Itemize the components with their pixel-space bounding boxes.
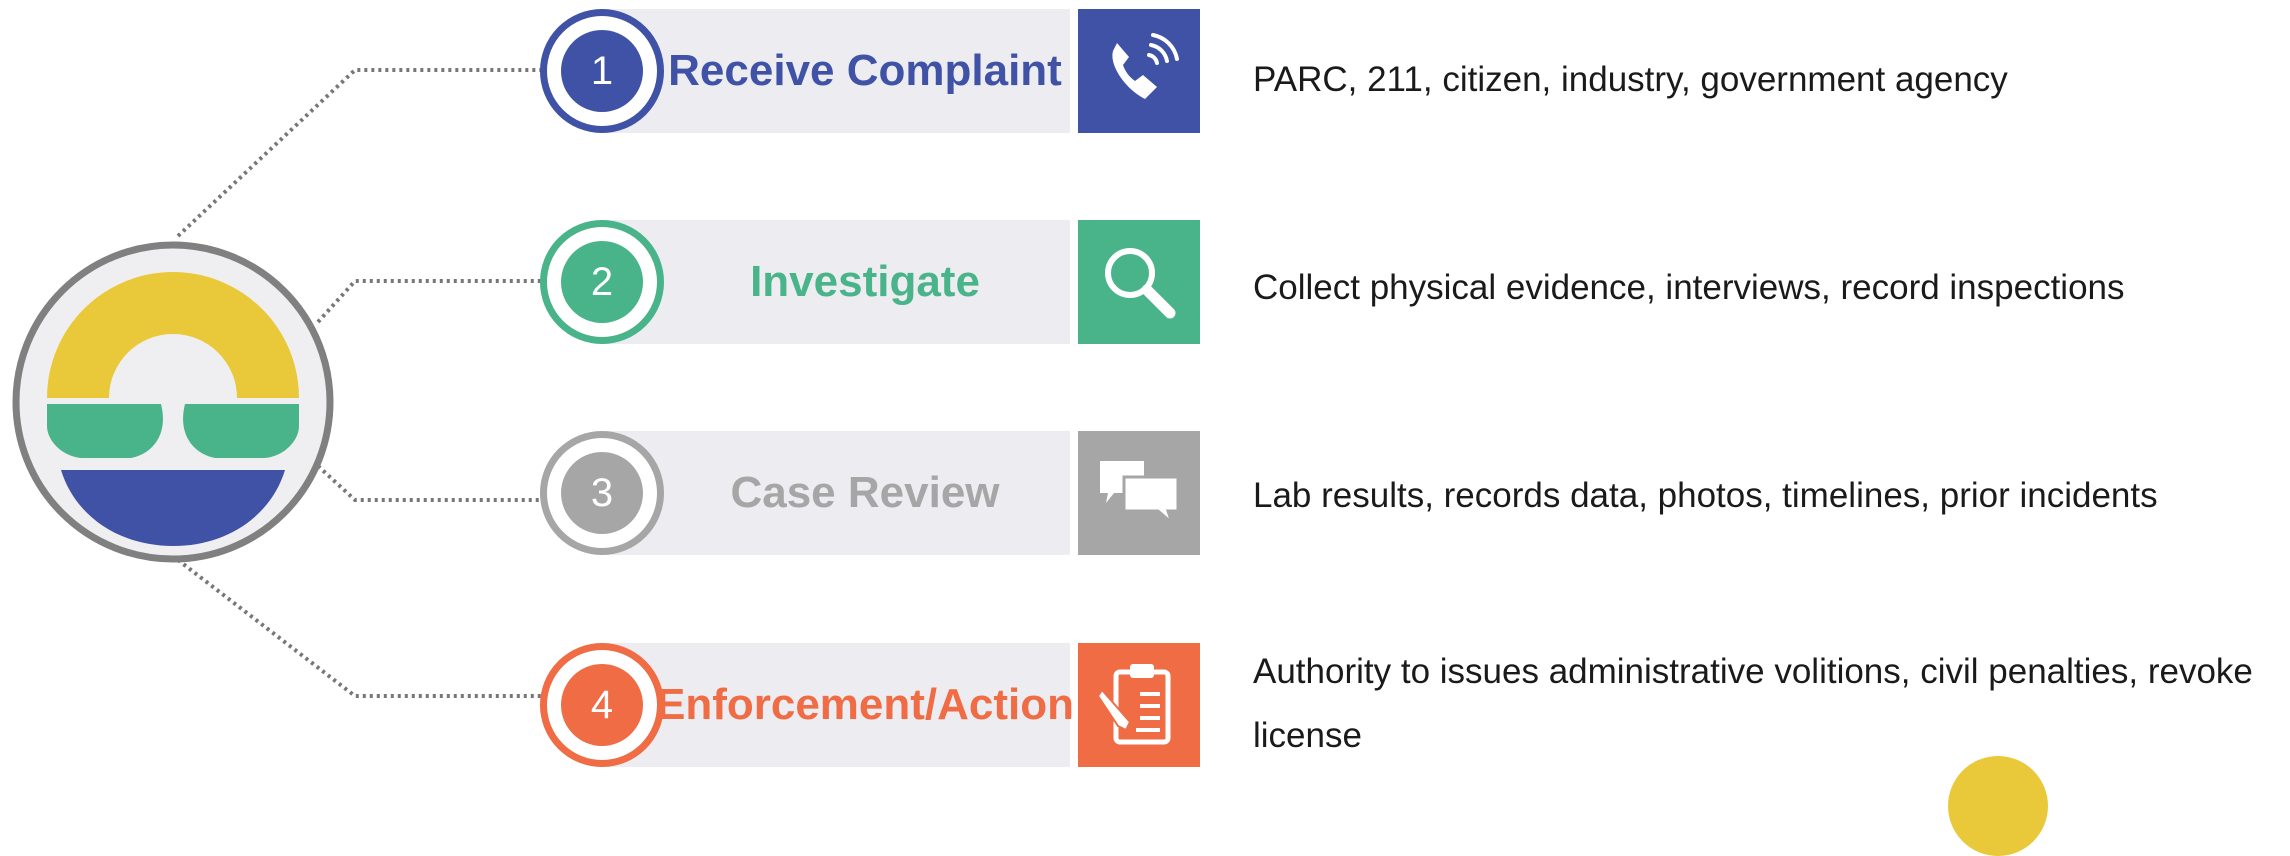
program-logo [11, 240, 335, 564]
clipboard-pencil-icon [1078, 643, 1200, 767]
step-4-description: Authority to issues administrative volit… [1253, 652, 2253, 755]
step-number: 3 [561, 452, 643, 534]
step-number: 2 [561, 241, 643, 323]
step-title: Case Review [730, 468, 1000, 517]
step-title: Enforcement/Action [655, 680, 1075, 729]
step-number-ring: 1 [540, 9, 664, 133]
step-number-ring: 4 [540, 643, 664, 767]
step-3-description: Lab results, records data, photos, timel… [1253, 476, 2158, 515]
step-number: 4 [561, 664, 643, 746]
phone-icon [1078, 9, 1200, 133]
connector-1 [176, 68, 545, 238]
connector-2 [316, 279, 545, 324]
step-number-ring: 3 [540, 431, 664, 555]
decorative-yellow-circle [1948, 756, 2048, 856]
connector-3 [316, 464, 545, 502]
step-4: 4 Enforcement/Action [540, 643, 1200, 767]
step-number: 1 [561, 30, 643, 112]
step-2-description: Collect physical evidence, interviews, r… [1253, 268, 2125, 307]
step-title: Receive Complaint [668, 46, 1062, 95]
step-3: 3 Case Review [540, 431, 1200, 555]
step-title: Investigate [750, 257, 980, 306]
step-2: 2 Investigate [540, 220, 1200, 344]
chat-bubbles-icon [1078, 431, 1200, 555]
connector-4 [176, 558, 545, 698]
sunrise-water-emblem-icon [12, 241, 334, 563]
step-number-ring: 2 [540, 220, 664, 344]
step-1: 1 Receive Complaint [540, 9, 1200, 133]
step-1-description: PARC, 211, citizen, industry, government… [1253, 60, 2008, 99]
magnifier-icon [1078, 220, 1200, 344]
